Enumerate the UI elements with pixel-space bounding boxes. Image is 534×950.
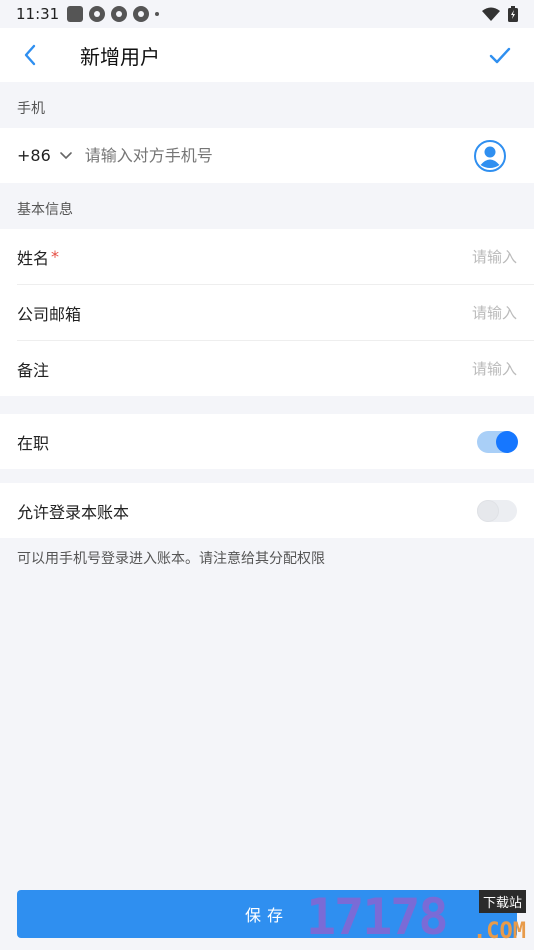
note-label: 备注 <box>17 360 50 380</box>
notification-icons <box>67 6 160 22</box>
note-input[interactable]: 请输入 <box>472 358 517 379</box>
phone-input[interactable] <box>82 145 473 166</box>
email-label: 公司邮箱 <box>17 304 82 324</box>
login-label: 允许登录本账本 <box>17 502 130 522</box>
wifi-icon <box>482 7 500 21</box>
basic-info-section-label: 基本信息 <box>17 202 73 218</box>
email-row[interactable]: 公司邮箱 请输入 <box>0 285 534 340</box>
page-title: 新增用户 <box>80 44 160 69</box>
email-input[interactable]: 请输入 <box>472 302 517 323</box>
phone-section-label: 手机 <box>17 101 45 117</box>
save-button[interactable]: 保存 <box>17 890 517 938</box>
required-mark: * <box>51 247 60 266</box>
confirm-button[interactable] <box>480 36 520 76</box>
toggle-knob <box>496 430 518 453</box>
check-icon <box>489 47 511 64</box>
status-left: 11:31 <box>16 5 160 23</box>
name-label: 姓名 <box>17 248 50 268</box>
more-notifications-icon <box>155 12 160 16</box>
status-bar: 11:31 <box>0 0 534 28</box>
employment-label: 在职 <box>17 433 50 453</box>
login-toggle[interactable] <box>477 499 517 522</box>
note-row[interactable]: 备注 请输入 <box>0 341 534 396</box>
app-notification-icon <box>133 6 150 22</box>
name-input[interactable]: 请输入 <box>472 246 517 267</box>
country-code-selector[interactable]: +86 <box>17 146 51 165</box>
phone-row: +86 <box>0 128 534 183</box>
chevron-left-icon <box>24 44 36 66</box>
employment-row: 在职 <box>0 414 534 469</box>
login-hint: 可以用手机号登录进入账本。请注意给其分配权限 <box>17 551 325 567</box>
name-row[interactable]: 姓名 * 请输入 <box>0 229 534 284</box>
status-right <box>482 6 518 22</box>
header: 新增用户 <box>0 28 534 82</box>
back-button[interactable] <box>0 28 60 82</box>
battery-icon <box>508 6 518 22</box>
contact-picker-icon[interactable] <box>473 139 507 173</box>
employment-toggle[interactable] <box>477 430 518 453</box>
status-time: 11:31 <box>16 5 60 23</box>
app-notification-icon <box>89 6 106 22</box>
chevron-down-icon[interactable] <box>59 151 73 161</box>
login-row: 允许登录本账本 <box>0 483 534 538</box>
toggle-knob <box>477 499 499 522</box>
app-notification-icon <box>67 6 84 22</box>
app-notification-icon <box>111 6 128 22</box>
